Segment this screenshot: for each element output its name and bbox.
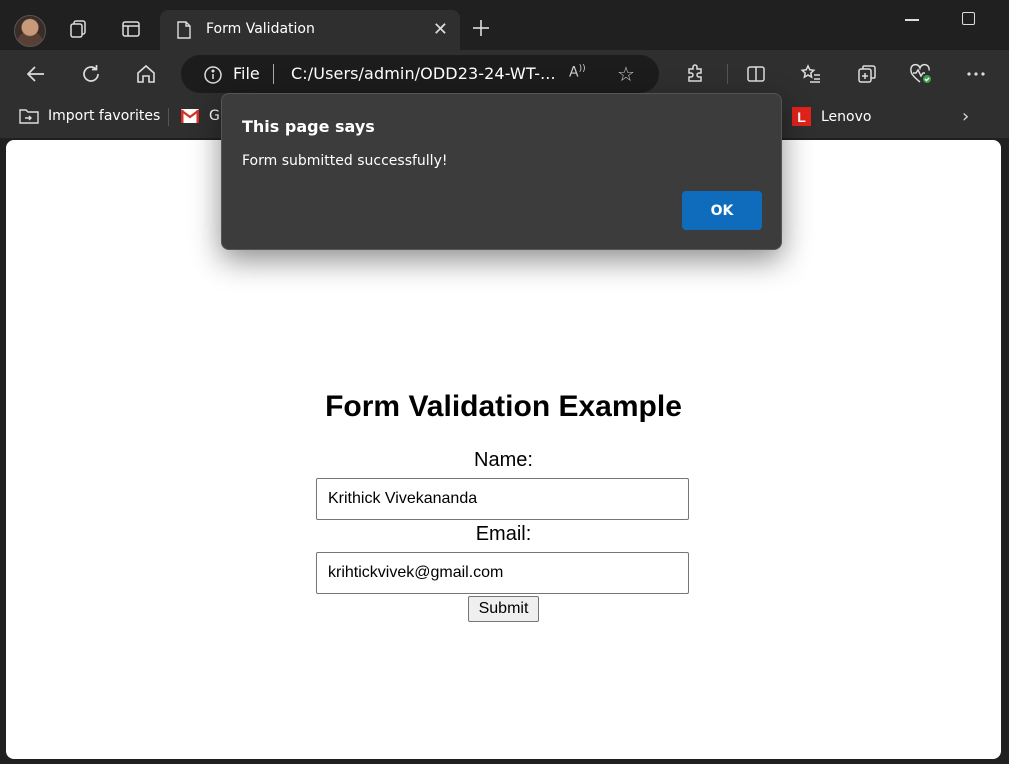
email-label: Email: bbox=[475, 523, 532, 545]
new-tab-icon[interactable] bbox=[470, 17, 492, 39]
minimize-button[interactable] bbox=[905, 19, 919, 21]
close-tab-icon[interactable]: ✕ bbox=[433, 19, 448, 40]
chevron-right-icon[interactable]: › bbox=[962, 106, 969, 127]
page-title: Form Validation Example bbox=[325, 390, 682, 423]
back-icon[interactable] bbox=[24, 62, 48, 86]
alert-dialog: This page says Form submitted successful… bbox=[221, 93, 782, 250]
address-separator bbox=[273, 64, 274, 84]
settings-more-icon[interactable] bbox=[964, 62, 988, 86]
address-scheme-label: File bbox=[233, 64, 260, 83]
tab-actions-icon[interactable] bbox=[120, 18, 142, 40]
site-info-icon[interactable] bbox=[203, 65, 223, 89]
favorite-lenovo[interactable]: L Lenovo bbox=[792, 107, 871, 126]
email-input[interactable] bbox=[316, 552, 689, 594]
address-url[interactable]: C:/Users/admin/ODD23-24-WT-... bbox=[291, 64, 556, 83]
dialog-message: Form submitted successfully! bbox=[242, 153, 448, 169]
address-bar[interactable]: File C:/Users/admin/ODD23-24-WT-... A)) … bbox=[181, 55, 659, 93]
name-input[interactable] bbox=[316, 478, 689, 520]
workspaces-icon[interactable] bbox=[67, 18, 89, 40]
navigation-bar: File C:/Users/admin/ODD23-24-WT-... A)) … bbox=[0, 50, 1009, 98]
import-favorites-link[interactable]: Import favorites bbox=[18, 106, 160, 126]
submit-button[interactable]: Submit bbox=[468, 596, 539, 622]
profile-avatar[interactable] bbox=[14, 15, 46, 47]
ok-button[interactable]: OK bbox=[682, 191, 762, 230]
lenovo-logo-icon: L bbox=[792, 107, 811, 126]
gmail-icon bbox=[181, 109, 199, 123]
favorite-star-icon[interactable]: ☆ bbox=[617, 62, 635, 86]
favorite-gmail[interactable]: G bbox=[181, 108, 220, 124]
read-aloud-icon[interactable]: A)) bbox=[569, 64, 586, 81]
maximize-button[interactable] bbox=[962, 12, 975, 25]
folder-import-icon bbox=[19, 109, 39, 124]
lenovo-label: Lenovo bbox=[821, 108, 872, 125]
document-icon bbox=[176, 21, 192, 43]
dialog-title: This page says bbox=[242, 117, 375, 136]
tab-title: Form Validation bbox=[206, 21, 315, 37]
title-bar: Form Validation ✕ bbox=[0, 0, 1009, 50]
extensions-icon[interactable] bbox=[684, 62, 708, 86]
browser-essentials-icon[interactable] bbox=[909, 62, 933, 86]
import-favorites-label: Import favorites bbox=[48, 108, 161, 124]
favorites-icon[interactable] bbox=[799, 62, 823, 86]
gmail-label: G bbox=[209, 108, 220, 124]
home-icon[interactable] bbox=[134, 62, 158, 86]
toolbar-separator bbox=[727, 64, 728, 84]
tab-form-validation[interactable]: Form Validation ✕ bbox=[160, 10, 460, 50]
split-screen-icon[interactable] bbox=[744, 62, 768, 86]
collections-icon[interactable] bbox=[855, 62, 879, 86]
name-label: Name: bbox=[474, 449, 533, 471]
favorites-separator bbox=[168, 108, 169, 126]
refresh-icon[interactable] bbox=[79, 62, 103, 86]
